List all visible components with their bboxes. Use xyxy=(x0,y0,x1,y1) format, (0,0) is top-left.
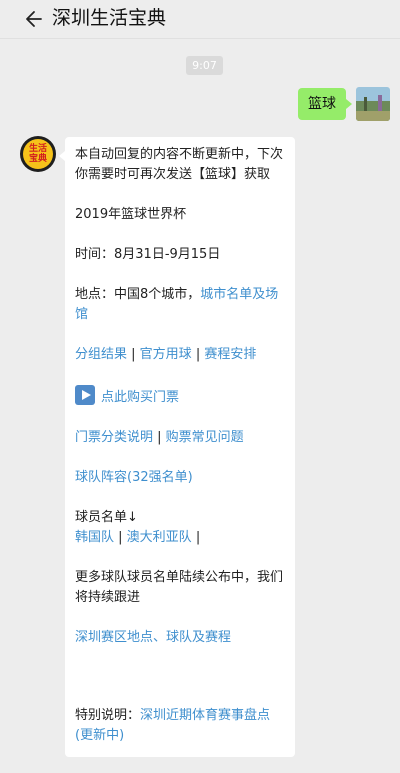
chat-title: 深圳生活宝典 xyxy=(52,7,167,29)
avatar-text-line2: 宝典 xyxy=(28,154,47,164)
special-label: 特别说明： xyxy=(75,708,141,723)
user-message-bubble[interactable]: 篮球 xyxy=(298,88,352,120)
ticket-faq-link[interactable]: 购票常见问题 xyxy=(166,430,244,445)
more-text: 更多球队球员名单陆续公布中，我们将持续跟进 xyxy=(75,570,284,605)
roster-label: 球员名单↓ xyxy=(75,510,138,525)
reply-event: 2019年篮球世界杯 xyxy=(75,207,187,222)
auto-reply-bubble: 本自动回复的内容不断更新中，下次你需要时可再次发送【篮球】获取 2019年篮球世… xyxy=(59,137,295,757)
links-row-1: 分组结果 | 官方用球 | 赛程安排 xyxy=(75,347,257,362)
buy-ticket-link[interactable]: 点此购买门票 xyxy=(101,390,179,405)
korea-team-link[interactable]: 韩国队 xyxy=(75,530,114,545)
avatar-text-line1: 生活 xyxy=(28,144,47,154)
shenzhen-venue-link[interactable]: 深圳赛区地点、球队及赛程 xyxy=(75,630,231,645)
roster-block: 球员名单↓ 韩国队 | 澳大利亚队 | xyxy=(75,508,285,548)
official-ball-link[interactable]: 官方用球 xyxy=(140,347,192,362)
shenzhen-row: 深圳赛区地点、球队及赛程 xyxy=(75,628,285,648)
group-result-link[interactable]: 分组结果 xyxy=(75,347,127,362)
schedule-link[interactable]: 赛程安排 xyxy=(204,347,256,362)
reply-place: 地点：中国8个城市，城市名单及场馆 xyxy=(75,285,285,325)
ticket-category-link[interactable]: 门票分类说明 xyxy=(75,430,153,445)
top-bar: 深圳生活宝典 xyxy=(0,0,400,39)
team-lineup-row: 球队阵容(32强名单) xyxy=(75,468,285,488)
australia-team-link[interactable]: 澳大利亚队 xyxy=(127,530,192,545)
user-avatar[interactable] xyxy=(356,87,390,121)
play-icon xyxy=(75,385,95,405)
user-avatar-image xyxy=(356,87,390,121)
message-timestamp: 9:07 xyxy=(186,56,223,75)
buy-ticket-row[interactable]: 点此购买门票 xyxy=(75,385,285,408)
team-lineup-link[interactable]: 球队阵容(32强名单) xyxy=(75,470,193,485)
special-note: 特别说明：深圳近期体育赛事盘点(更新中) xyxy=(75,706,285,746)
back-arrow-icon[interactable] xyxy=(22,8,44,30)
reply-time: 时间：8月31日-9月15日 xyxy=(75,247,221,262)
reply-intro: 本自动回复的内容不断更新中，下次你需要时可再次发送【篮球】获取 xyxy=(75,147,284,182)
official-account-avatar[interactable]: 生活 宝典 xyxy=(20,136,56,172)
place-label: 地点：中国8个城市， xyxy=(75,287,201,302)
links-row-2: 门票分类说明 | 购票常见问题 xyxy=(75,430,244,445)
